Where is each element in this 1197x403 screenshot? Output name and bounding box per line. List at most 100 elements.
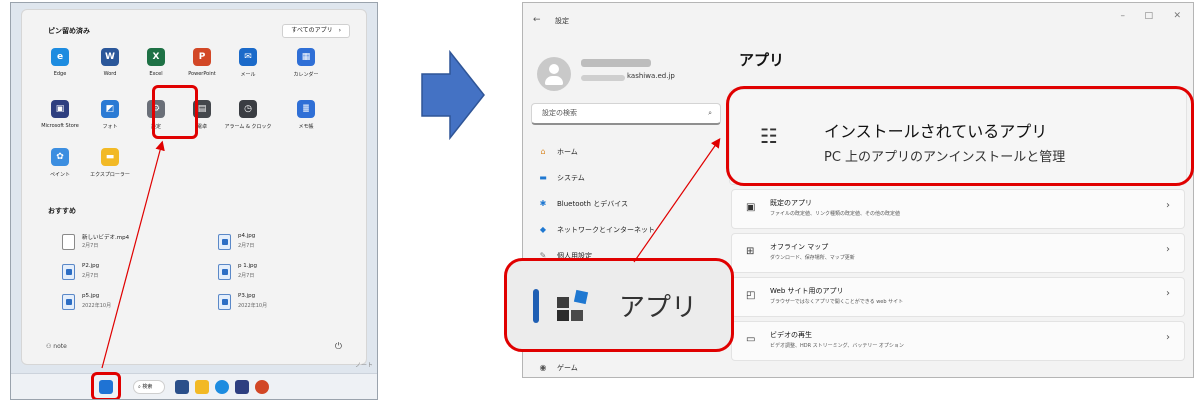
settings-card-offline-maps[interactable]: ⊞ オフライン マップ ダウンロード、保存場所、マップ更新 › (731, 233, 1185, 273)
pinned-app-excel[interactable]: X Excel (131, 48, 181, 77)
all-apps-button[interactable]: すべてのアプリ › (282, 24, 350, 38)
next-step-arrow-icon (421, 50, 485, 140)
nav-item-label: ネットワークとインターネット (557, 226, 655, 234)
nav-item-system[interactable]: ▬ システム (537, 171, 585, 185)
minimize-button[interactable]: – (1121, 11, 1126, 21)
pinned-app-notepad[interactable]: ≣ メモ帳 (281, 100, 331, 130)
image-file-icon (218, 234, 231, 250)
notepad-icon: ≣ (297, 100, 315, 118)
taskbar-search[interactable]: ⌕ 検索 (133, 380, 165, 394)
pinned-app-label: Excel (149, 71, 163, 77)
recommended-file-name: p5.jpg (82, 293, 100, 299)
user-label: note (53, 343, 67, 350)
pinned-app-label: Edge (53, 71, 67, 77)
avatar[interactable] (537, 57, 571, 91)
taskbar-widget-icon[interactable] (175, 380, 189, 394)
power-button[interactable]: ⏻ (335, 342, 342, 352)
settings-card-title: 既定のアプリ (770, 199, 812, 207)
recommended-file-name: p 1.jpg (238, 263, 257, 269)
maximize-button[interactable]: □ (1144, 11, 1153, 21)
video-playback-icon: ▭ (746, 334, 756, 345)
image-file-icon (62, 294, 75, 310)
bluetooth-icon: ✱ (539, 199, 547, 208)
page-title: アプリ (739, 51, 785, 69)
pinned-app-store[interactable]: ▣ Microsoft Store (35, 100, 85, 129)
chevron-right-icon: › (1166, 244, 1170, 255)
pinned-app-folder[interactable]: ▬ エクスプローラー (85, 148, 135, 178)
pinned-app-paint[interactable]: ✿ ペイント (35, 148, 85, 178)
settings-search-input[interactable]: 設定の検索 ⌕ (531, 103, 721, 125)
image-file-icon (218, 264, 231, 280)
recommended-item[interactable]: P2.jpg 2月7日 (62, 262, 182, 284)
pinned-app-powerpoint[interactable]: P PowerPoint (177, 48, 227, 77)
settings-card-title: オフライン マップ (770, 243, 829, 251)
installed-apps-highlight (726, 86, 1194, 186)
pinned-app-label: カレンダー (293, 72, 319, 78)
pinned-app-label: エクスプローラー (90, 172, 130, 178)
image-file-icon (62, 264, 75, 280)
network-icon: ◆ (539, 225, 547, 234)
pinned-app-label: PowerPoint (188, 71, 216, 77)
pinned-app-label: フォト (102, 124, 118, 130)
settings-card-websites-apps[interactable]: ◰ Web サイト用のアプリ ブラウザーではなくアプリで開くことができる web サ… (731, 277, 1185, 317)
nav-item-gaming[interactable]: ◉ ゲーム (537, 361, 578, 375)
taskbar-edge-label: ノート (354, 362, 373, 369)
recommended-item[interactable]: p4.jpg 2月7日 (218, 232, 338, 254)
pinned-app-label: メモ帳 (298, 124, 314, 130)
window-title: 設定 (555, 17, 569, 25)
back-arrow-icon[interactable]: ← (533, 15, 541, 25)
nav-item-label: ホーム (557, 148, 578, 156)
pinned-app-clock[interactable]: ◷ アラーム & クロック (223, 100, 273, 130)
chevron-right-icon: › (1166, 332, 1170, 343)
recommended-item[interactable]: 新しいビデオ.mp4 2月7日 (62, 232, 182, 254)
pinned-app-label: Word (103, 71, 117, 77)
recommended-file-name: P2.jpg (82, 263, 100, 269)
pinned-app-word[interactable]: W Word (85, 48, 135, 77)
video-file-icon (62, 234, 75, 250)
pinned-app-label: メール (240, 72, 256, 78)
nav-item-network[interactable]: ◆ ネットワークとインターネット (537, 223, 655, 237)
user-account-button[interactable]: ⚇ note (46, 343, 67, 350)
pinned-app-photos[interactable]: ◩ フォト (85, 100, 135, 130)
apps-nav-zoom-callout[interactable]: アプリ (504, 258, 734, 352)
word-icon: W (101, 48, 119, 66)
offline-maps-icon: ⊞ (746, 246, 755, 257)
apps-icon (557, 289, 589, 321)
close-button[interactable]: ✕ (1173, 11, 1181, 21)
taskbar-store-icon[interactable] (235, 380, 249, 394)
start-menu: ピン留め済み すべてのアプリ › e Edge W Word X Excel P PowerP… (21, 9, 367, 365)
start-button-highlight (91, 372, 121, 399)
taskbar-folder-icon[interactable] (195, 380, 209, 394)
nav-item-label: システム (557, 174, 585, 182)
taskbar-powerpoint-icon[interactable] (255, 380, 269, 394)
settings-card-title: Web サイト用のアプリ (770, 287, 844, 295)
paint-icon: ✿ (51, 148, 69, 166)
recommended-item[interactable]: p 1.jpg 2月7日 (218, 262, 338, 284)
recommended-file-name: 新しいビデオ.mp4 (82, 235, 130, 241)
pinned-app-calendar[interactable]: ▦ カレンダー (281, 48, 331, 78)
recommended-item[interactable]: p5.jpg 2022年10月 (62, 292, 182, 314)
pinned-title: ピン留め済み (48, 27, 90, 35)
photos-icon: ◩ (101, 100, 119, 118)
folder-icon: ▬ (101, 148, 119, 166)
default-apps-icon: ▣ (746, 202, 756, 213)
search-icon: ⌕ (708, 109, 712, 117)
apps-nav-label: アプリ (619, 293, 698, 323)
nav-item-bluetooth[interactable]: ✱ Bluetooth とデバイス (537, 197, 628, 211)
recommended-file-name: P3.jpg (238, 293, 256, 299)
nav-item-home[interactable]: ⌂ ホーム (537, 145, 578, 159)
pinned-app-label: アラーム & クロック (224, 124, 272, 130)
recommended-item[interactable]: P3.jpg 2022年10月 (218, 292, 338, 314)
selected-indicator (533, 289, 539, 323)
pinned-app-mail[interactable]: ✉ メール (223, 48, 273, 78)
taskbar-edge-icon[interactable] (215, 380, 229, 394)
settings-card-video-playback[interactable]: ▭ ビデオの再生 ビデオ調整、HDR ストリーミング、バッテリー オプション › (731, 321, 1185, 361)
pinned-app-edge[interactable]: e Edge (35, 48, 85, 77)
calendar-icon: ▦ (297, 48, 315, 66)
home-icon: ⌂ (540, 147, 546, 156)
mail-icon: ✉ (239, 48, 257, 66)
settings-card-default-apps[interactable]: ▣ 既定のアプリ ファイルの既定値、リンク種類の既定値、その他の既定値 › (731, 189, 1185, 229)
settings-card-title: ビデオの再生 (770, 331, 812, 339)
nav-item-label: ゲーム (557, 364, 578, 372)
taskbar-search-label: 検索 (142, 384, 153, 390)
